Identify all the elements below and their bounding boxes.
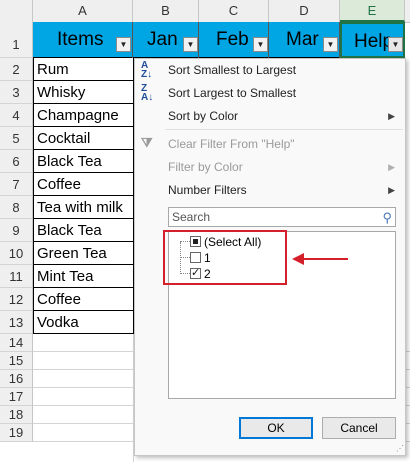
- menu-number-filters[interactable]: Number Filters ▶: [135, 179, 405, 201]
- cell-item[interactable]: Vodka: [33, 311, 134, 334]
- row-header-18[interactable]: 18: [0, 406, 33, 424]
- filter-dropdown-jan[interactable]: ▼: [183, 37, 198, 52]
- menu-sort-by-color[interactable]: Sort by Color ▶: [135, 105, 405, 127]
- column-header-row: A B C D E: [0, 0, 410, 23]
- cell-item[interactable]: Coffee: [33, 288, 134, 311]
- row-header-3[interactable]: 3: [0, 81, 33, 104]
- cell-item[interactable]: Mint Tea: [33, 265, 134, 288]
- row-header-12[interactable]: 12: [0, 288, 33, 311]
- menu-sort-ascending[interactable]: A Z↓ Sort Smallest to Largest: [135, 59, 405, 81]
- column-header-b[interactable]: B: [133, 0, 199, 22]
- row-header-16[interactable]: 16: [0, 370, 33, 388]
- menu-clear-filter[interactable]: ⧩ Clear Filter From "Help": [135, 133, 405, 155]
- filter-search-box[interactable]: Search ⚲: [168, 207, 396, 227]
- sort-descending-icon: Z A↓: [141, 83, 154, 103]
- submenu-arrow-icon: ▶: [388, 162, 395, 172]
- cell-item[interactable]: Rum: [33, 58, 134, 81]
- row-header-13[interactable]: 13: [0, 311, 33, 334]
- cell-item[interactable]: Green Tea: [33, 242, 134, 265]
- row-header-6[interactable]: 6: [0, 150, 33, 173]
- cell-item[interactable]: Cocktail: [33, 127, 134, 150]
- row-header-11[interactable]: 11: [0, 265, 33, 288]
- resize-grip-icon[interactable]: ⋰: [396, 444, 404, 453]
- cell-item[interactable]: Black Tea: [33, 219, 134, 242]
- cell-item[interactable]: Coffee: [33, 173, 134, 196]
- menu-item-label: Filter by Color: [168, 160, 243, 174]
- row-header-8[interactable]: 8: [0, 196, 33, 219]
- row-header-7[interactable]: 7: [0, 173, 33, 196]
- filter-dropdown-feb[interactable]: ▼: [253, 37, 268, 52]
- filter-dropdown-mar[interactable]: ▼: [323, 37, 338, 52]
- column-header-d[interactable]: D: [269, 0, 340, 22]
- cancel-button[interactable]: Cancel: [322, 417, 396, 439]
- menu-item-label: Sort Largest to Smallest: [168, 86, 297, 100]
- menu-filter-by-color[interactable]: Filter by Color ▶: [135, 156, 405, 178]
- cell-item[interactable]: Black Tea: [33, 150, 134, 173]
- ok-button[interactable]: OK: [239, 417, 313, 439]
- column-header-c[interactable]: C: [199, 0, 269, 22]
- cell-item[interactable]: Whisky: [33, 81, 134, 104]
- row-header-5[interactable]: 5: [0, 127, 33, 150]
- row-header-2[interactable]: 2: [0, 58, 33, 81]
- cell-item[interactable]: Tea with milk: [33, 196, 134, 219]
- submenu-arrow-icon: ▶: [388, 185, 395, 195]
- select-all-corner[interactable]: [0, 0, 33, 22]
- row-header-19[interactable]: 19: [0, 424, 33, 442]
- row-header-10[interactable]: 10: [0, 242, 33, 265]
- column-header-a[interactable]: A: [33, 0, 133, 22]
- column-header-e[interactable]: E: [340, 0, 405, 22]
- row-header-14[interactable]: 14: [0, 334, 33, 352]
- cell-item[interactable]: Champagne: [33, 104, 134, 127]
- menu-separator: [165, 129, 403, 130]
- menu-sort-descending[interactable]: Z A↓ Sort Largest to Smallest: [135, 82, 405, 104]
- sort-ascending-icon: A Z↓: [141, 60, 153, 80]
- clear-filter-icon: ⧩: [141, 135, 153, 150]
- menu-item-label: Number Filters: [168, 183, 247, 197]
- highlight-box: [163, 230, 287, 285]
- row-header-17[interactable]: 17: [0, 388, 33, 406]
- search-icon: ⚲: [382, 210, 392, 225]
- row-header-1[interactable]: 1: [0, 22, 33, 58]
- annotation-arrow-icon: [292, 253, 348, 265]
- row-header-4[interactable]: 4: [0, 104, 33, 127]
- search-placeholder: Search: [172, 210, 211, 224]
- filter-dropdown-items[interactable]: ▼: [116, 37, 131, 52]
- submenu-arrow-icon: ▶: [388, 111, 395, 121]
- filter-dropdown-help[interactable]: ▼: [388, 37, 403, 52]
- menu-item-label: Sort by Color: [168, 109, 239, 123]
- menu-item-label: Sort Smallest to Largest: [168, 63, 297, 77]
- row-header-15[interactable]: 15: [0, 352, 33, 370]
- row-header-9[interactable]: 9: [0, 219, 33, 242]
- menu-item-label: Clear Filter From "Help": [168, 137, 295, 151]
